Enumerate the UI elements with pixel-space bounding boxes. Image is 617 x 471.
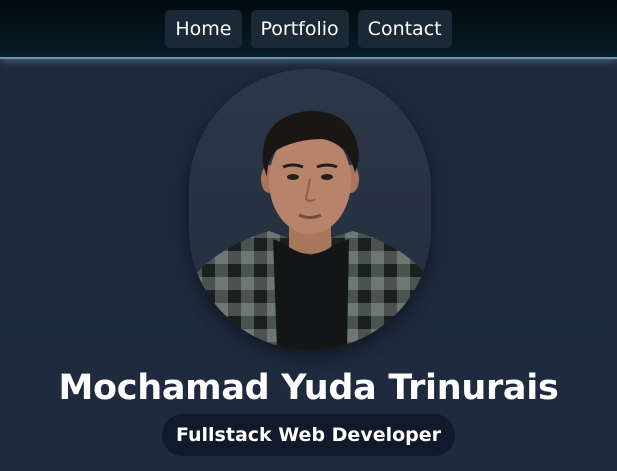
top-navbar: Home Portfolio Contact [0,0,617,59]
profile-name: Mochamad Yuda Trinurais [58,368,559,408]
page: Home Portfolio Contact Mochamad Yuda Tri… [0,0,617,471]
role-badge: Fullstack Web Developer [161,414,456,456]
nav-contact-link[interactable]: Contact [357,10,452,48]
role-wrapper: Fullstack Web Developer [0,414,617,456]
nav-portfolio-link[interactable]: Portfolio [250,10,349,48]
nav-home-link[interactable]: Home [165,10,242,48]
profile-photo [189,69,431,350]
